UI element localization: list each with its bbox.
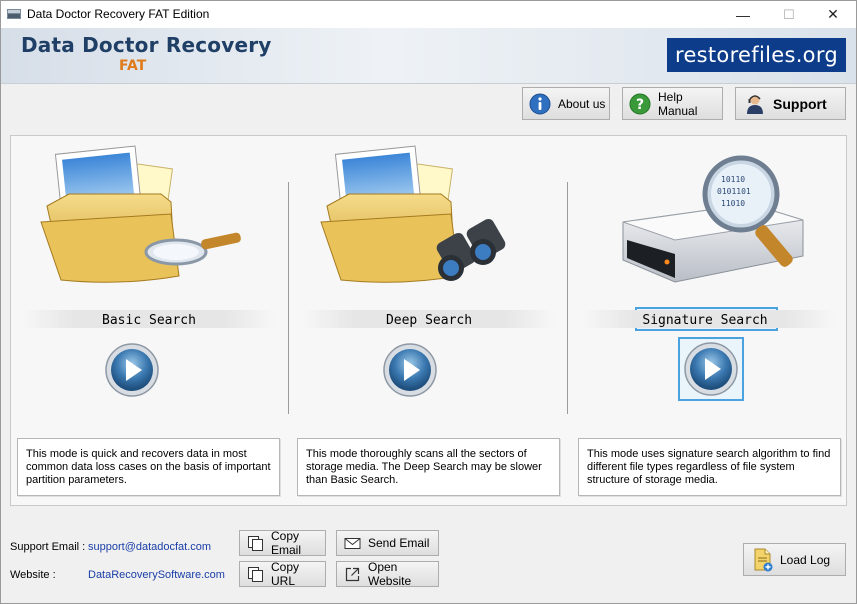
deep-search-label: Deep Search — [385, 313, 473, 328]
site-logo-text: restorefiles.org — [674, 43, 839, 67]
close-icon: ✕ — [827, 6, 839, 22]
site-logo[interactable]: restorefiles.org — [667, 38, 846, 72]
website-link[interactable]: DataRecoverySoftware.com — [88, 569, 225, 581]
help-manual-label: Help Manual — [658, 89, 698, 118]
copy-email-label: Copy Email — [271, 529, 302, 557]
deep-search-play-button[interactable] — [382, 342, 438, 398]
basic-search-label: Basic Search — [102, 313, 196, 328]
copy-icon — [248, 566, 263, 582]
search-mode-panel: Basic Search This mode is quick and reco… — [10, 135, 847, 506]
mode-basic-search: Basic Search This mode is quick and reco… — [11, 136, 281, 506]
website-label: Website : — [10, 569, 56, 581]
copy-icon — [248, 535, 263, 551]
signature-search-description: This mode uses signature search algorith… — [578, 438, 841, 496]
svg-text:?: ? — [636, 97, 644, 113]
support-person-icon — [747, 94, 763, 114]
copy-email-button[interactable]: Copy Email — [239, 529, 326, 557]
log-file-icon — [754, 548, 773, 571]
svg-text:0101101: 0101101 — [717, 187, 751, 196]
copy-url-label: Copy URL — [271, 560, 300, 588]
mode-signature-search: 10110 0101101 11010 Signature Search Thi… — [571, 136, 841, 506]
brand-title: Data Doctor Recovery — [21, 33, 272, 57]
minimize-button[interactable]: — — [720, 1, 766, 28]
help-manual-button[interactable]: ? Help Manual — [622, 87, 723, 120]
header-banner: Data Doctor Recovery FAT restorefiles.or… — [1, 28, 856, 84]
title-bar: Data Doctor Recovery FAT Edition — ☐ ✕ — [1, 1, 856, 28]
harddrive-magnifier-icon: 10110 0101101 11010 — [622, 155, 804, 283]
folder-binoculars-icon — [320, 145, 506, 283]
maximize-icon: ☐ — [783, 6, 795, 22]
copy-url-button[interactable]: Copy URL — [239, 560, 326, 588]
envelope-icon — [344, 537, 361, 549]
support-email-label: Support Email : — [10, 541, 86, 553]
open-website-button[interactable]: Open Website — [336, 560, 439, 588]
close-button[interactable]: ✕ — [810, 1, 856, 28]
column-divider — [567, 182, 568, 414]
support-label: Support — [773, 95, 827, 112]
load-log-label: Load Log — [780, 552, 831, 567]
maximize-button[interactable]: ☐ — [766, 1, 812, 28]
support-email-link[interactable]: support@datadocfat.com — [88, 541, 211, 553]
column-divider — [288, 182, 289, 414]
external-link-icon — [345, 567, 360, 581]
window-title: Data Doctor Recovery FAT Edition — [27, 7, 210, 21]
signature-search-label: Signature Search — [642, 313, 768, 328]
minimize-icon: — — [736, 6, 750, 23]
load-log-button[interactable]: Load Log — [743, 543, 846, 576]
help-icon: ? — [629, 93, 651, 114]
send-email-button[interactable]: Send Email — [336, 530, 439, 556]
about-us-label: About us — [558, 96, 606, 111]
app-icon — [7, 9, 21, 19]
basic-search-play-button[interactable] — [104, 342, 160, 398]
brand-subtitle: FAT — [119, 58, 147, 74]
app-window: Data Doctor Recovery FAT Edition — ☐ ✕ D… — [0, 0, 857, 604]
signature-search-play-button[interactable] — [683, 341, 739, 397]
deep-search-description: This mode thoroughly scans all the secto… — [297, 438, 560, 496]
folder-magnifier-icon — [40, 145, 241, 283]
support-button[interactable]: Support — [735, 87, 846, 120]
svg-text:11010: 11010 — [721, 199, 745, 208]
about-us-button[interactable]: About us — [522, 87, 610, 120]
info-icon — [529, 93, 551, 114]
mode-deep-search: Deep Search This mode thoroughly scans a… — [291, 136, 561, 506]
basic-search-description: This mode is quick and recovers data in … — [17, 438, 280, 496]
svg-text:10110: 10110 — [721, 175, 745, 184]
send-email-label: Send Email — [368, 536, 430, 550]
open-website-label: Open Website — [368, 560, 412, 588]
